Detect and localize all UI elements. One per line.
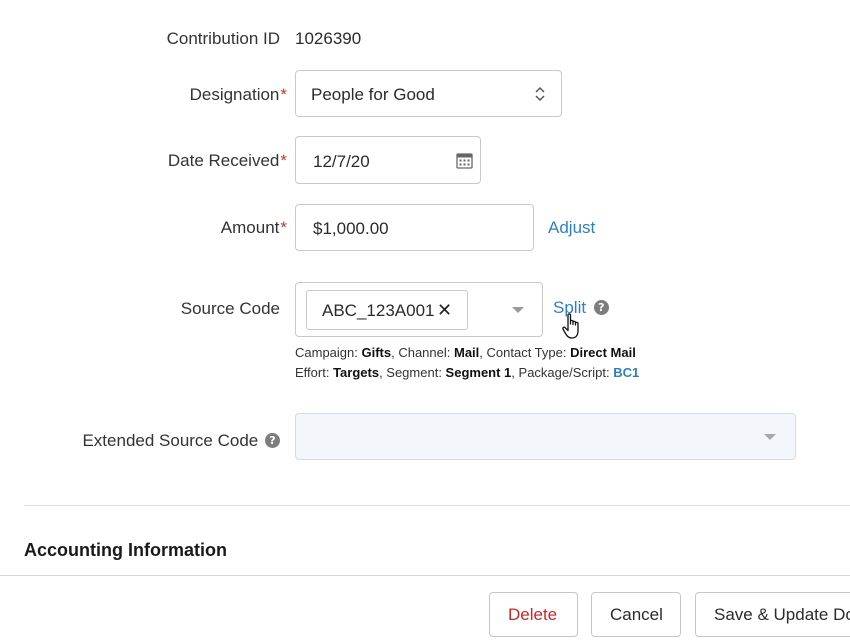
calendar-icon[interactable]	[456, 152, 473, 169]
source-code-select[interactable]: ABC_123A001 ✕	[295, 282, 543, 337]
adjust-link[interactable]: Adjust	[548, 218, 595, 238]
contribution-id-label: Contribution ID	[166, 29, 280, 48]
cancel-button[interactable]: Cancel	[591, 592, 681, 637]
accounting-section-title: Accounting Information	[24, 540, 227, 560]
source-code-details-line1: Campaign: Gifts, Channel: Mail, Contact …	[295, 345, 636, 360]
required-mark: *	[280, 151, 287, 170]
amount-label: Amount*	[221, 218, 287, 238]
section-divider	[24, 505, 850, 506]
footer-bar: Delete Cancel Save & Update Do	[0, 575, 850, 642]
date-received-input[interactable]: 12/7/20	[295, 136, 481, 184]
chevron-down-icon[interactable]	[512, 307, 524, 313]
chevron-down-icon	[764, 434, 776, 440]
source-code-tag: ABC_123A001 ✕	[306, 290, 468, 330]
amount-label-text: Amount	[220, 218, 280, 237]
designation-label-text: Designation	[189, 85, 280, 104]
extended-source-code-select	[295, 413, 796, 460]
date-received-label-text: Date Received	[167, 151, 280, 170]
amount-input[interactable]: $1,000.00	[295, 204, 534, 251]
date-received-label: Date Received*	[168, 151, 287, 171]
updown-chevron-icon	[535, 86, 545, 102]
source-code-details-line2: Effort: Targets, Segment: Segment 1, Pac…	[295, 365, 640, 380]
designation-value: People for Good	[311, 85, 435, 104]
amount-value: $1,000.00	[313, 219, 389, 238]
extended-source-code-label-text: Extended Source Code	[82, 431, 259, 450]
delete-button[interactable]: Delete	[489, 592, 578, 637]
date-received-value: 12/7/20	[313, 152, 370, 171]
source-code-tag-label: ABC_123A001	[322, 301, 435, 320]
designation-select[interactable]: People for Good	[295, 70, 562, 117]
help-icon[interactable]: ?	[265, 432, 280, 448]
help-icon[interactable]: ?	[593, 299, 609, 315]
source-code-label: Source Code	[180, 299, 280, 318]
save-update-button[interactable]: Save & Update Do	[695, 592, 850, 637]
remove-tag-icon[interactable]: ✕	[437, 300, 452, 321]
package-script-link[interactable]: BC1	[613, 365, 639, 380]
required-mark: *	[280, 85, 287, 104]
extended-source-code-label: Extended Source Code ?	[82, 431, 280, 451]
contribution-id-value: 1026390	[295, 29, 362, 48]
pointer-hand-icon	[562, 313, 579, 339]
required-mark: *	[280, 218, 287, 237]
designation-label: Designation*	[190, 85, 287, 105]
